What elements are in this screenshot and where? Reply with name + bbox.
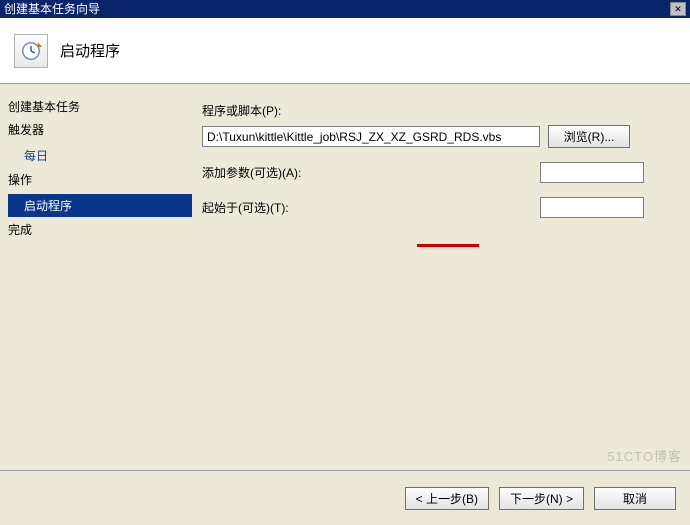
cancel-button[interactable]: 取消 (594, 487, 676, 510)
sidebar-item-start-program[interactable]: 启动程序 (8, 194, 192, 217)
wizard-body: 创建基本任务 触发器 每日 操作 启动程序 完成 程序或脚本(P): 浏览(R)… (0, 84, 690, 470)
startin-input[interactable] (540, 197, 644, 218)
titlebar: 创建基本任务向导 ✕ (0, 0, 690, 18)
page-title: 启动程序 (60, 40, 120, 61)
browse-button[interactable]: 浏览(R)... (548, 125, 630, 148)
program-path-input[interactable] (202, 126, 540, 147)
args-label: 添加参数(可选)(A): (202, 164, 532, 181)
startin-label: 起始于(可选)(T): (202, 199, 532, 216)
close-icon[interactable]: ✕ (670, 2, 686, 16)
sidebar-heading-trigger: 触发器 (8, 121, 192, 138)
next-button[interactable]: 下一步(N) > (499, 487, 584, 510)
sidebar-heading-finish: 完成 (8, 221, 192, 238)
wizard-sidebar: 创建基本任务 触发器 每日 操作 启动程序 完成 (0, 84, 192, 470)
back-button[interactable]: < 上一步(B) (405, 487, 489, 510)
wizard-main: 程序或脚本(P): 浏览(R)... 添加参数(可选)(A): 起始于(可选)(… (192, 84, 690, 470)
program-label: 程序或脚本(P): (202, 102, 672, 119)
args-input[interactable] (540, 162, 644, 183)
window-title: 创建基本任务向导 (4, 0, 100, 18)
schedule-icon (14, 34, 48, 68)
highlight-underline (417, 244, 479, 247)
wizard-footer: < 上一步(B) 下一步(N) > 取消 (0, 470, 690, 525)
sidebar-item-daily[interactable]: 每日 (8, 144, 192, 167)
sidebar-heading-action: 操作 (8, 171, 192, 188)
sidebar-heading-create: 创建基本任务 (8, 98, 192, 115)
wizard-header: 启动程序 (0, 18, 690, 84)
